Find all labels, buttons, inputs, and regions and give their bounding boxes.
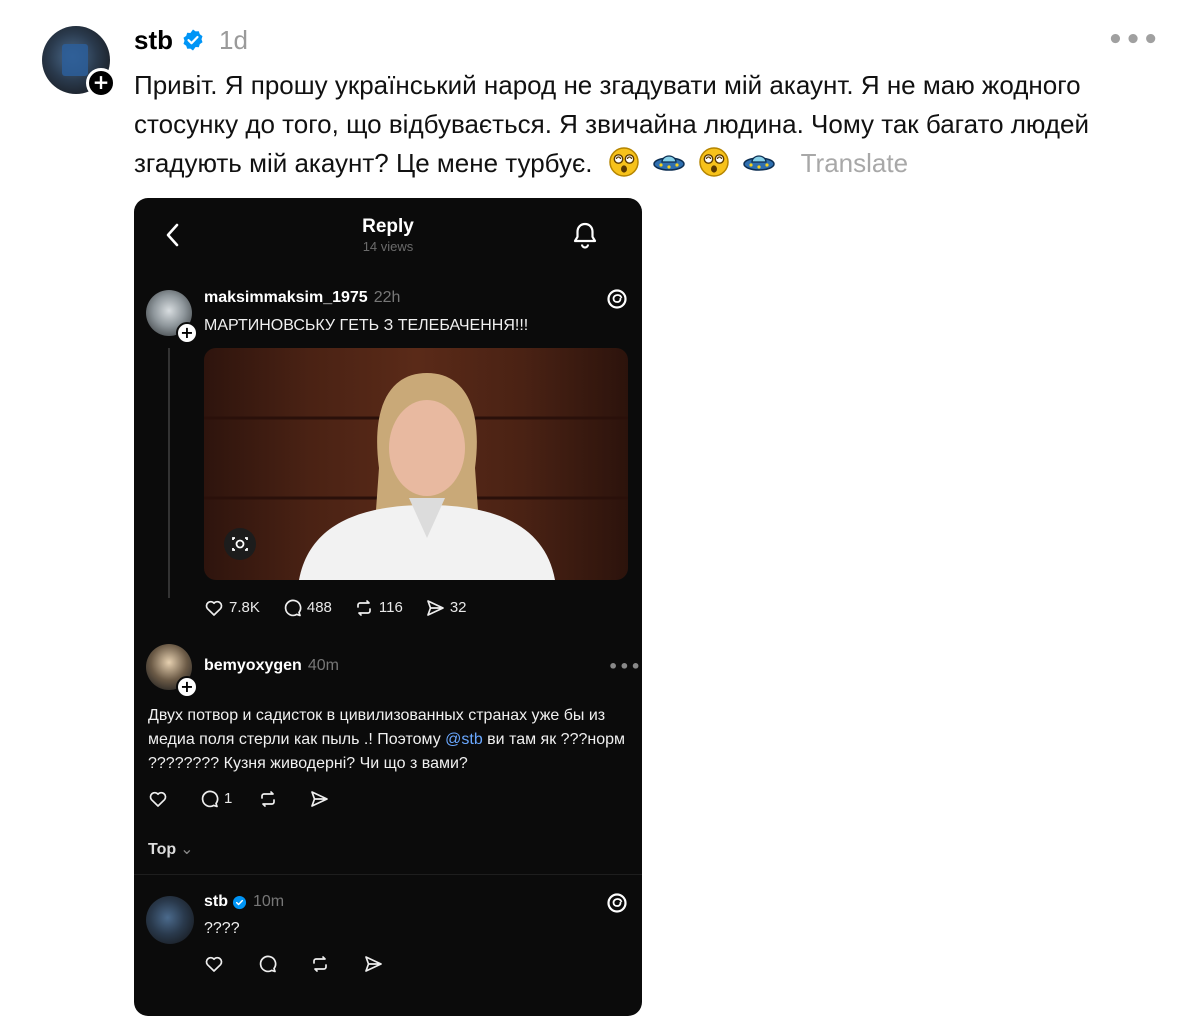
- flying-saucer-icon: [743, 155, 776, 171]
- reply-header: bemyoxygen 40m: [204, 656, 339, 676]
- post-time: 1d: [219, 25, 248, 55]
- reposts-count: 116: [378, 599, 403, 616]
- threads-logo-icon: [607, 289, 627, 309]
- dizzy-face-icon: [699, 147, 729, 177]
- post-body: Привіт. Я прошу український народ не зга…: [134, 66, 1124, 183]
- repost-button[interactable]: 116: [354, 598, 403, 618]
- stb-avatar: [146, 896, 194, 944]
- stb-comment-button[interactable]: [257, 954, 282, 974]
- follow-plus-icon: +: [176, 676, 198, 698]
- stb-reply-time: 10m: [253, 893, 285, 910]
- stb-reply-header: stb 10m: [204, 892, 284, 912]
- comment-button[interactable]: 488: [282, 598, 332, 618]
- comment-icon: [284, 599, 302, 617]
- original-time: 22h: [373, 289, 401, 306]
- original-post-text: МАРТИНОВСЬКУ ГЕТЬ З ТЕЛЕБАЧЕННЯ!!!: [204, 317, 529, 334]
- verified-badge-icon: [183, 29, 203, 51]
- reply-share-button[interactable]: [309, 789, 334, 809]
- embedded-screenshot: Reply 14 views + maksimmaksim_1975 22h МА…: [134, 198, 642, 1016]
- heart-icon: [205, 600, 223, 616]
- screen-title: Reply: [362, 216, 414, 237]
- flying-saucer-icon: [653, 155, 685, 171]
- repost-icon: [313, 956, 327, 972]
- verified-badge-icon: [232, 895, 247, 909]
- comments-count: 488: [306, 599, 332, 616]
- stb-share-button[interactable]: [363, 954, 388, 974]
- follow-plus-icon[interactable]: +: [86, 68, 116, 98]
- stb-username: stb: [204, 893, 228, 910]
- thread-line: [168, 348, 170, 598]
- repost-icon: [357, 600, 371, 616]
- sort-label: Top: [148, 841, 177, 858]
- share-button[interactable]: 32: [425, 598, 467, 618]
- divider: [134, 874, 642, 875]
- threads-logo-icon: [607, 893, 627, 913]
- stb-reply-actions: [204, 954, 410, 974]
- send-icon: [426, 600, 444, 616]
- original-post-header: maksimmaksim_1975 22h: [204, 288, 400, 308]
- heart-icon: [205, 956, 223, 972]
- views-count: 14 views: [362, 239, 414, 254]
- original-post-actions: 7.8K 488 116 32: [204, 598, 489, 618]
- like-button[interactable]: 7.8K: [204, 598, 260, 618]
- comment-icon: [201, 790, 219, 808]
- reply-mention: @stb: [445, 731, 483, 748]
- stb-repost-button[interactable]: [310, 954, 335, 974]
- stb-reply-text: ????: [204, 920, 240, 937]
- sort-selector: Top ⌄: [148, 840, 194, 860]
- post-header: stb 1d: [134, 24, 248, 56]
- translate-link[interactable]: Translate: [801, 148, 908, 178]
- heart-icon: [149, 791, 167, 807]
- author-username[interactable]: stb: [134, 24, 173, 56]
- likes-count: 7.8K: [229, 599, 260, 616]
- comment-icon: [259, 955, 277, 973]
- reply-time: 40m: [307, 657, 339, 674]
- reply-like-button[interactable]: [148, 789, 173, 809]
- follow-plus-icon: +: [176, 322, 198, 344]
- bell-icon: [573, 222, 597, 249]
- send-icon: [365, 956, 382, 972]
- reply-actions: 1: [148, 789, 356, 809]
- dizzy-face-icon: [608, 147, 639, 177]
- reply-comments-count: 1: [224, 790, 233, 807]
- reply-text: Двух потвор и садисток в цивилизованных …: [148, 704, 628, 776]
- stb-like-button[interactable]: [204, 954, 229, 974]
- chevron-down-icon: ⌄: [180, 841, 194, 858]
- original-username: maksimmaksim_1975: [204, 289, 368, 306]
- more-options-icon[interactable]: •••: [1107, 27, 1160, 53]
- send-icon: [311, 791, 329, 807]
- reply-comment-button[interactable]: 1: [199, 789, 232, 809]
- author-avatar[interactable]: +: [42, 26, 116, 98]
- reply-more-icon: •••: [608, 657, 642, 676]
- image-search-icon: [224, 528, 256, 560]
- reply-username: bemyoxygen: [204, 657, 302, 674]
- repost-icon: [261, 791, 276, 807]
- shares-count: 32: [449, 599, 467, 616]
- post: + stb 1d ••• Привіт. Я прошу український…: [0, 0, 1200, 1024]
- woman-portrait-image: [204, 373, 628, 580]
- reply-repost-button[interactable]: [258, 789, 283, 809]
- post-photo: [204, 348, 628, 580]
